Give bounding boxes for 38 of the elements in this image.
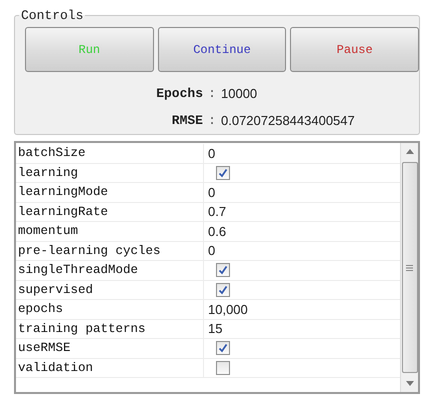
control-button[interactable]: Pause (290, 27, 420, 72)
stat-label: RMSE (172, 113, 203, 128)
separator: : (207, 113, 217, 128)
grip-icon (406, 264, 413, 270)
property-name: momentum (16, 222, 204, 240)
checkbox[interactable] (216, 341, 230, 356)
checkbox[interactable] (216, 282, 230, 297)
scroll-thumb[interactable] (402, 162, 418, 373)
property-name: learningMode (16, 183, 204, 202)
scrollbar[interactable] (400, 143, 418, 392)
property-name: learningRate (16, 202, 204, 221)
scroll-up-icon[interactable] (406, 149, 414, 154)
stat-value: 10000 (221, 86, 258, 101)
property-name: supervised (16, 280, 204, 299)
property-name: pre-learning cycles (16, 242, 204, 260)
property-name: learning (16, 164, 204, 182)
property-value[interactable]: 0 (204, 146, 400, 161)
control-button[interactable]: Continue (158, 27, 286, 72)
group-title: Controls (20, 8, 84, 23)
stat-value: 0.07207258443400547 (221, 113, 356, 128)
stat-label: Epochs (156, 86, 203, 101)
separator: : (207, 86, 217, 101)
property-value[interactable]: 0.6 (204, 224, 400, 239)
property-name: useRMSE (16, 339, 204, 358)
property-value[interactable]: 0.7 (204, 204, 400, 220)
property-name: training patterns (16, 320, 204, 338)
checkbox[interactable] (216, 263, 230, 278)
property-value[interactable]: 10,000 (204, 302, 400, 317)
property-name: validation (16, 358, 204, 377)
property-name: epochs (16, 300, 204, 318)
property-name: batchSize (16, 144, 204, 162)
scroll-down-icon[interactable] (406, 381, 414, 386)
checkbox[interactable] (216, 166, 230, 180)
property-value[interactable]: 15 (204, 321, 400, 336)
property-name: singleThreadMode (16, 261, 204, 280)
property-value[interactable]: 0 (204, 184, 400, 200)
property-value[interactable]: 0 (204, 243, 400, 258)
checkbox[interactable] (216, 360, 230, 375)
